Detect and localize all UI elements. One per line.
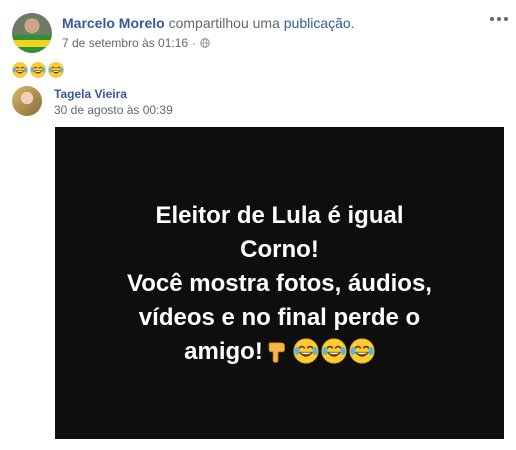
meme-line: vídeos e no final perde o <box>138 304 421 331</box>
meme-image[interactable]: Eleitor de Lula é igual Corno! Você most… <box>55 127 504 439</box>
publication-link[interactable]: publicação <box>284 15 351 31</box>
meme-text: Eleitor de Lula é igual Corno! Você most… <box>55 199 504 369</box>
meme-line: Você mostra fotos, áudios, <box>127 270 432 297</box>
tears-of-joy-emoji <box>349 338 375 364</box>
shared-post: Marcelo Morelo compartilhou uma publicaç… <box>0 0 516 450</box>
pointing-down-emoji <box>265 338 291 364</box>
header-period: . <box>350 15 355 31</box>
share-action-text: compartilhou uma <box>168 15 280 31</box>
tears-of-joy-emoji <box>293 338 319 364</box>
post-timestamp[interactable]: 7 de setembro às 01:16 <box>62 35 188 51</box>
shared-author-avatar[interactable] <box>12 86 42 116</box>
avatar[interactable] <box>12 13 52 53</box>
meme-line: amigo! <box>184 338 263 365</box>
post-text-emojis <box>12 62 64 78</box>
tears-of-joy-emoji <box>321 338 347 364</box>
meme-line: Corno! <box>240 236 319 263</box>
tears-of-joy-emoji <box>30 62 46 78</box>
more-options-icon[interactable] <box>490 17 508 23</box>
shared-timestamp[interactable]: 30 de agosto às 00:39 <box>54 103 173 118</box>
globe-icon[interactable] <box>200 38 210 48</box>
post-meta: 7 de setembro às 01:16 · <box>62 35 210 51</box>
tears-of-joy-emoji <box>48 62 64 78</box>
meme-last-line: amigo! <box>55 335 504 369</box>
author-name[interactable]: Marcelo Morelo <box>62 15 165 31</box>
meme-line: Eleitor de Lula é igual <box>155 202 404 229</box>
meta-separator: · <box>192 36 197 50</box>
post-header: Marcelo Morelo compartilhou uma publicaç… <box>62 14 355 32</box>
tears-of-joy-emoji <box>12 62 28 78</box>
shared-author-name[interactable]: Tagela Vieira <box>54 87 127 102</box>
